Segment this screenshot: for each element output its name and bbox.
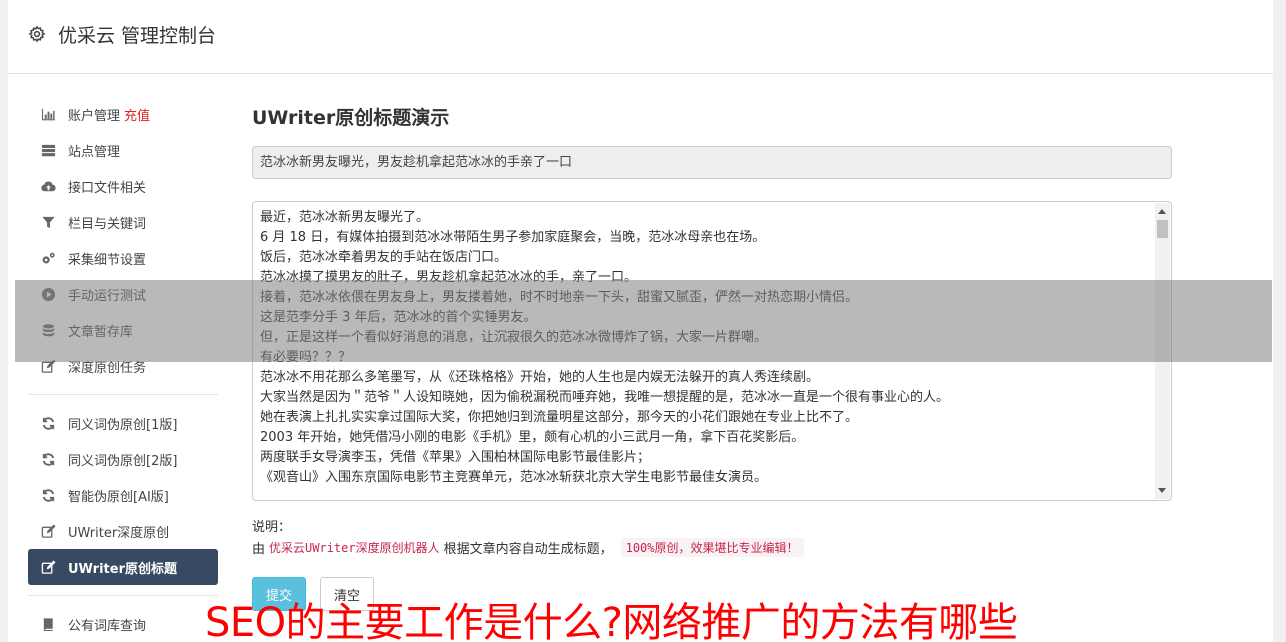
- main-panel: 账户管理 充值 站点管理 接口文件相关 栏目与关键词 采集细节设置 手动运行测试…: [8, 74, 1273, 642]
- sidebar-item-label: 栏目与关键词: [68, 216, 147, 232]
- article-line: 大家当然是因为＂范爷＂人设知晓她，因为偷税漏税而唾弃她，我唯一想提醒的是，范冰冰…: [260, 390, 950, 405]
- sidebar-item-deep-original-tasks[interactable]: 深度原创任务: [28, 348, 218, 384]
- sidebar-divider: [28, 595, 218, 596]
- article-line: 饭后，范冰冰牵着男友的手站在饭店门口。: [260, 250, 508, 265]
- recharge-link[interactable]: 充值: [124, 105, 150, 124]
- sidebar-divider: [28, 394, 218, 395]
- sidebar-item-synonym-v1[interactable]: 同义词伪原创[1版]: [28, 405, 218, 441]
- article-textarea[interactable]: 最近，范冰冰新男友曝光了。 6 月 18 日，有媒体拍摄到范冰冰带陌生男子参加家庭…: [252, 201, 1172, 501]
- refresh-icon: [40, 451, 56, 467]
- sidebar-item-sites[interactable]: 站点管理: [28, 132, 218, 168]
- edit-icon: [40, 523, 56, 539]
- sidebar-item-label: 站点管理: [68, 144, 121, 160]
- sidebar-item-uwriter-deep[interactable]: UWriter深度原创: [28, 513, 218, 549]
- sidebar-item-smart-ai[interactable]: 智能伪原创[AI版]: [28, 477, 218, 513]
- article-line: 6 月 18 日，有媒体拍摄到范冰冰带陌生男子参加家庭聚会，当晚，范冰冰母亲也在…: [260, 230, 766, 245]
- sidebar-item-public-lexicon[interactable]: 公有词库查询: [28, 606, 218, 642]
- gear-icon: [28, 25, 46, 43]
- scroll-thumb[interactable]: [1157, 220, 1168, 238]
- cloud-upload-icon: [40, 178, 56, 194]
- edit-icon: [40, 358, 56, 374]
- note-label: 说明：: [252, 520, 292, 535]
- sidebar-item-label: 手动运行测试: [68, 288, 147, 304]
- article-line: 有必要吗？？？: [260, 350, 352, 365]
- sidebar-item-uwriter-title[interactable]: UWriter原创标题: [28, 549, 218, 585]
- seo-caption: SEO的主要工作是什么?网络推广的方法有哪些: [205, 600, 1018, 642]
- note-prefix: 由: [252, 542, 266, 557]
- note-middle: 根据文章内容自动生成标题，: [443, 542, 613, 557]
- article-line: 这是范李分手 3 年后，范冰冰的首个实锤男友。: [260, 310, 537, 325]
- sidebar-item-label: 接口文件相关: [68, 180, 147, 196]
- article-line: 但，正是这样一个看似好消息的消息，让沉寂很久的范冰冰微博炸了锅，大家一片群嘲。: [260, 330, 768, 345]
- article-line: 最近，范冰冰新男友曝光了。: [260, 210, 430, 225]
- article-line: 《观音山》入围东京国际电影节主竞赛单元，范冰冰斩获北京大学生电影节最佳女演员。: [260, 470, 768, 485]
- scroll-down-arrow-icon[interactable]: [1158, 488, 1166, 493]
- article-line: 两度联手女导演李玉，凭借《苹果》入围柏林国际电影节最佳影片；: [260, 450, 651, 465]
- sidebar-item-columns-keywords[interactable]: 栏目与关键词: [28, 204, 218, 240]
- server-icon: [40, 142, 56, 158]
- edit-icon: [40, 559, 56, 575]
- scroll-up-arrow-icon[interactable]: [1158, 209, 1166, 214]
- refresh-icon: [40, 487, 56, 503]
- original-highlight-tag: 100%原创，效果堪比专业编辑！: [620, 538, 804, 557]
- sidebar-item-label: 深度原创任务: [68, 360, 147, 376]
- sidebar-item-api-files[interactable]: 接口文件相关: [28, 168, 218, 204]
- generated-title-field[interactable]: 范冰冰新男友曝光，男友趁机拿起范冰冰的手亲了一口: [252, 146, 1172, 179]
- sidebar-item-label: 同义词伪原创[1版]: [68, 417, 178, 433]
- article-line: 她在表演上扎扎实实拿过国际大奖，你把她归到流量明星这部分，那今天的小花们跟她在专…: [260, 410, 859, 425]
- play-circle-icon: [40, 286, 56, 302]
- sidebar-item-label: 智能伪原创[AI版]: [68, 489, 169, 505]
- article-line: 范冰冰摸了摸男友的肚子，男友趁机拿起范冰冰的手，亲了一口。: [260, 270, 638, 285]
- article-text: 最近，范冰冰新男友曝光了。 6 月 18 日，有媒体拍摄到范冰冰带陌生男子参加家庭…: [253, 202, 1171, 488]
- article-line: 范冰冰不用花那么多笔墨写，从《还珠格格》开始，她的人生也是内娱无法躲开的真人秀连…: [260, 370, 820, 385]
- sidebar-item-label: 公有词库查询: [68, 618, 147, 634]
- sidebar-item-label: 同义词伪原创[2版]: [68, 453, 178, 469]
- article-line: 2003 年开始，她凭借冯小刚的电影《手机》里，颇有心机的小三武月一角，拿下百花…: [260, 430, 805, 445]
- sidebar-item-label: UWriter原创标题: [68, 561, 177, 577]
- sidebar-item-article-store[interactable]: 文章暂存库: [28, 312, 218, 348]
- sidebar-item-label: 文章暂存库: [68, 324, 134, 340]
- note-text: 由 优采云UWriter深度原创机器人 根据文章内容自动生成标题， 100%原创…: [252, 538, 804, 557]
- book-icon: [40, 616, 56, 632]
- gears-icon: [40, 250, 56, 266]
- sidebar-item-collect-settings[interactable]: 采集细节设置: [28, 240, 218, 276]
- refresh-icon: [40, 415, 56, 431]
- filter-icon: [40, 214, 56, 230]
- sidebar-item-manual-run[interactable]: 手动运行测试: [28, 276, 218, 312]
- top-header: 优采云 管理控制台: [8, 0, 1273, 74]
- sidebar-item-label: 账户管理: [68, 108, 121, 124]
- article-line: 接着，范冰冰依偎在男友身上，男友搂着她，时不时地亲一下头，甜蜜又腻歪，俨然一对热…: [260, 290, 859, 305]
- sidebar-item-label: UWriter深度原创: [68, 525, 170, 541]
- robot-name-tag: 优采云UWriter深度原创机器人: [269, 541, 440, 555]
- database-icon: [40, 322, 56, 338]
- sidebar-item-account[interactable]: 账户管理 充值: [28, 96, 218, 132]
- content-area: UWriter原创标题演示 范冰冰新男友曝光，男友趁机拿起范冰冰的手亲了一口 最…: [252, 106, 1172, 611]
- bar-chart-icon: [40, 106, 56, 122]
- page-title: UWriter原创标题演示: [252, 107, 450, 129]
- article-scrollbar[interactable]: [1155, 203, 1170, 499]
- sidebar-item-label: 采集细节设置: [68, 252, 147, 268]
- sidebar-item-synonym-v2[interactable]: 同义词伪原创[2版]: [28, 441, 218, 477]
- sidebar-nav: 账户管理 充值 站点管理 接口文件相关 栏目与关键词 采集细节设置 手动运行测试…: [28, 96, 218, 642]
- console-brand: 优采云 管理控制台: [58, 25, 217, 47]
